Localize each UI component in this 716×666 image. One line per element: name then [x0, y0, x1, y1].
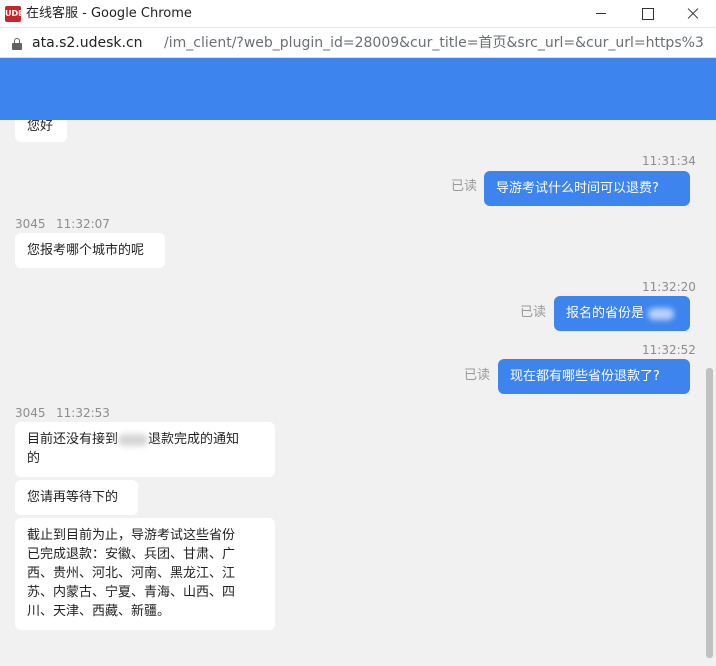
agent-message-bubble: 您请再等待下的: [15, 480, 138, 515]
message-time: 11:32:07: [56, 217, 110, 231]
message-time: 11:32:20: [642, 280, 696, 294]
scrollbar-thumb[interactable]: [706, 368, 713, 658]
user-message-bubble: 导游考试什么时间可以退费?: [484, 171, 690, 206]
url-host[interactable]: ata.s2.udesk.cn: [32, 34, 143, 52]
message-text: 您好: [27, 119, 54, 134]
read-status: 已读: [520, 305, 547, 320]
message-text-line: 苏、内蒙古、宁夏、青海、山西、四: [27, 585, 236, 600]
message-text: 您请再等待下的: [27, 490, 119, 505]
message-text: 报名的省份是: [566, 306, 645, 321]
user-message-bubble: 现在都有哪些省份退款了?: [498, 359, 690, 394]
address-bar[interactable]: ata.s2.udesk.cn /im_client/?web_plugin_i…: [0, 28, 716, 58]
message-text: 现在都有哪些省份退款了?: [510, 369, 660, 384]
message-text: 您报考哪个城市的呢: [27, 243, 145, 258]
window-close-icon[interactable]: [670, 0, 716, 28]
message-time: 11:31:34: [642, 154, 696, 168]
message-text-line: 西、贵州、河北、河南、黑龙江、江: [27, 566, 236, 581]
redacted-text: [648, 307, 675, 320]
message-text-line: 已完成退款：安徽、兵团、甘肃、广: [27, 547, 236, 562]
url-path[interactable]: /im_client/?web_plugin_id=28009&cur_titl…: [164, 34, 704, 52]
redacted-text: [118, 433, 149, 446]
message-time: 11:32:53: [56, 406, 110, 420]
message-text-line: 截止到目前为止，导游考试这些省份: [27, 528, 236, 543]
title-bar: UDESK 在线客服 - Google Chrome: [0, 0, 716, 28]
message-text: 目前还没有接到: [27, 432, 119, 447]
read-status: 已读: [464, 368, 491, 383]
agent-message-bubble: 目前还没有接到 退款完成的通知 的: [15, 422, 275, 477]
message-text-line: 川、天津、西藏、新疆。: [27, 604, 171, 619]
maximize-icon[interactable]: [624, 0, 670, 28]
agent-message-bubble: 截止到目前为止，导游考试这些省份 已完成退款：安徽、兵团、甘肃、广 西、贵州、河…: [15, 518, 275, 630]
message-text: 退款完成的通知: [148, 432, 240, 447]
message-text: 的: [27, 451, 41, 466]
minimize-icon[interactable]: [578, 0, 624, 28]
user-message-bubble: 报名的省份是: [554, 296, 690, 331]
window-title: 在线客服 - Google Chrome: [26, 6, 192, 21]
agent-message-bubble: 您报考哪个城市的呢: [15, 233, 165, 268]
read-status: 已读: [451, 179, 478, 194]
udesk-app-icon: UDESK: [5, 6, 21, 22]
message-time: 11:32:52: [642, 343, 696, 357]
lock-icon[interactable]: [12, 38, 22, 50]
sender-name: 3045: [15, 406, 46, 420]
sender-name: 3045: [15, 217, 46, 231]
message-text: 导游考试什么时间可以退费?: [496, 181, 659, 196]
header-overlay: [0, 58, 716, 120]
